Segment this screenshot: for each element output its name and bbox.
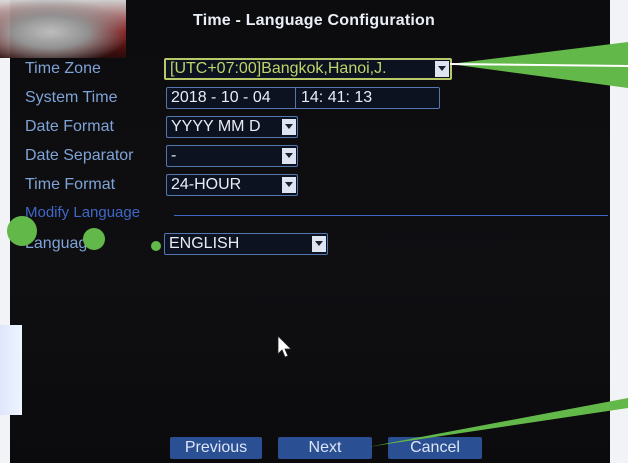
- annotation-arrow-bottom: [368, 398, 628, 447]
- screenshot: Time - Language Configuration Time Zone …: [0, 0, 628, 463]
- mouse-cursor-icon: [277, 335, 292, 358]
- annotation-overlay: [277, 42, 628, 447]
